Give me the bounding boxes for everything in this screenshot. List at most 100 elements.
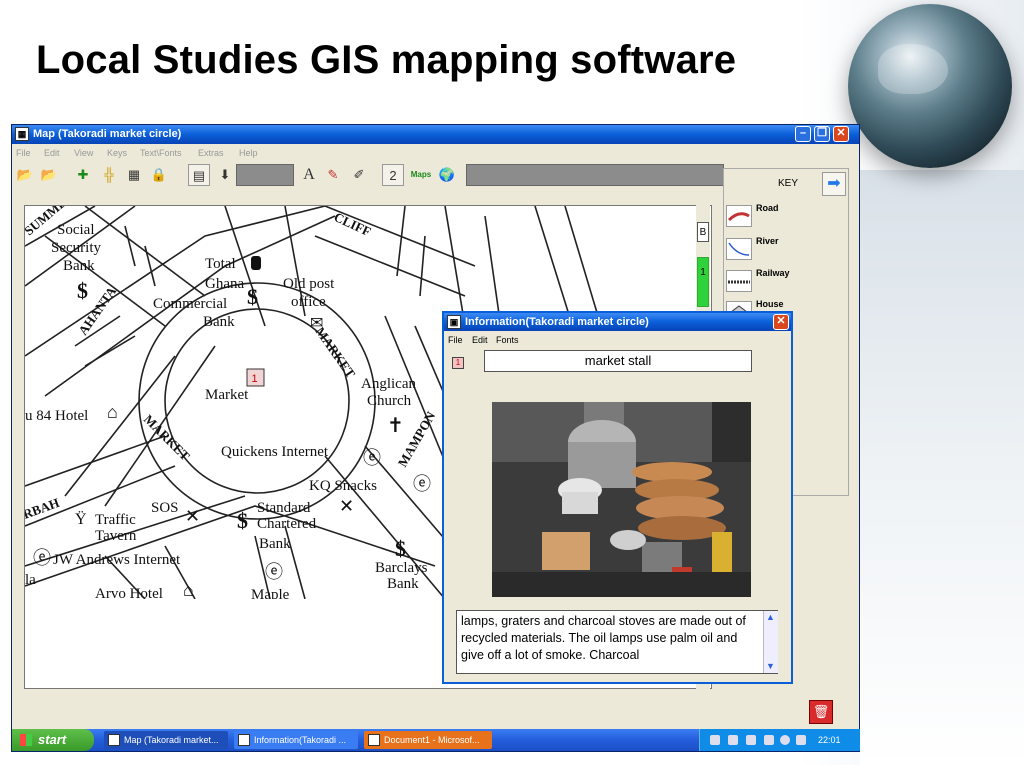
svg-text:⌂: ⌂ [107,402,118,422]
key-item-road[interactable]: Road [726,201,846,229]
eraser-icon[interactable]: ✐ [348,164,370,186]
info-window-titlebar[interactable]: ▣ Information(Takoradi market circle) ✕ [444,313,791,331]
svg-text:ⓔ: ⓔ [33,548,51,568]
description-scrollbar[interactable]: ▲ ▼ [763,611,778,673]
word-icon [368,734,380,746]
tray-volume-icon[interactable] [796,735,806,745]
svg-text:✕: ✕ [339,496,354,516]
close-button[interactable]: ✕ [833,126,849,142]
description-text[interactable]: lamps, graters and charcoal stoves are m… [456,610,778,674]
open-folder-icon[interactable]: 📂 [14,164,36,186]
svg-text:Maple: Maple [251,587,290,599]
info-menu-fonts[interactable]: Fonts [496,335,519,345]
info-menu-file[interactable]: File [448,335,463,345]
text-tool-button[interactable]: A [298,164,320,186]
app-icon: ▦ [15,127,29,141]
menu-view[interactable]: View [74,148,93,158]
key-item-railway[interactable]: Railway [726,266,846,294]
svg-text:KQ Snacks: KQ Snacks [309,478,377,494]
taskbar-item-map[interactable]: Map (Takoradi market... [104,731,228,749]
railway-icon [726,270,752,292]
svg-text:Tavern: Tavern [95,528,137,544]
info-menu-edit[interactable]: Edit [472,335,488,345]
menu-edit[interactable]: Edit [44,148,60,158]
key-label-road: Road [756,203,779,213]
tray-info-icon[interactable] [764,735,774,745]
svg-text:JW Andrews Internet: JW Andrews Internet [53,552,181,568]
svg-text:ⓔ: ⓔ [413,474,431,494]
menu-keys[interactable]: Keys [107,148,127,158]
taskbar-item-label: Document1 - Microsof... [384,735,480,745]
tray-network-icon[interactable] [728,735,738,745]
svg-text:⌂: ⌂ [183,580,194,599]
tray-tool-icon[interactable] [710,735,720,745]
road-icon [726,205,752,227]
grid-icon[interactable]: ▦ [123,164,145,186]
taskbar: start Map (Takoradi market... Informatio… [12,729,860,751]
tray-clock: 22:01 [818,735,841,745]
minimize-button[interactable]: – [795,126,811,142]
svg-text:Bank: Bank [203,314,235,330]
globe-icon[interactable]: 🌍 [436,164,458,186]
menu-text-fonts[interactable]: Text\Fonts [140,148,182,158]
map-window-titlebar[interactable]: ▦ Map (Takoradi market circle) – ❐ ✕ [12,125,859,144]
map-menu-bar: File Edit View Keys Text\Fonts Extras He… [12,146,859,160]
item-name-field[interactable]: market stall [484,350,752,372]
svg-text:u 84 Hotel: u 84 Hotel [25,408,88,424]
svg-text:Chartered: Chartered [257,516,317,532]
start-button[interactable]: start [12,729,94,751]
tray-back-icon[interactable] [780,735,790,745]
svg-text:$: $ [395,536,406,561]
svg-text:Arvo Hotel: Arvo Hotel [95,586,163,599]
svg-text:Commercial: Commercial [153,296,227,312]
info-menu-bar: File Edit Fonts [444,333,791,347]
map-app-icon [108,734,120,746]
open-folder-alt-icon[interactable]: 📂 [38,164,60,186]
trash-icon[interactable]: 🗑 [809,700,833,724]
crosshair-icon[interactable]: ╬ [98,164,120,186]
svg-text:Security: Security [51,240,101,256]
scroll-thumb[interactable]: 1 [697,257,709,307]
lock-icon[interactable]: 🔒 [148,164,170,186]
market-stall-photo [492,402,751,597]
svg-text:✕: ✕ [185,506,200,526]
compass-icon[interactable]: ✚ [72,164,94,186]
restore-button[interactable]: ❐ [814,126,830,142]
scroll-down-icon[interactable]: ▼ [766,661,775,671]
info-window-title: Information(Takoradi market circle) [465,316,649,328]
key-next-arrow-icon[interactable]: ➡ [822,172,846,196]
map-window-title: Map (Takoradi market circle) [33,128,182,140]
svg-text:Old post: Old post [283,276,335,292]
slide-title: Local Studies GIS mapping software [36,38,737,82]
palette-icon[interactable]: ✎ [322,164,344,186]
maps-button[interactable]: Maps [410,164,432,186]
building-icon[interactable]: ▤ [188,164,210,186]
pin-icon[interactable]: ⬇ [214,164,236,186]
info-close-button[interactable]: ✕ [773,314,789,330]
taskbar-item-information[interactable]: Information(Takoradi ... [234,731,358,749]
toolbar-gray-slot [236,164,294,186]
system-tray: 22:01 [699,729,860,751]
svg-text:la: la [25,572,36,588]
svg-text:Bank: Bank [387,576,419,592]
key-item-river[interactable]: River [726,234,846,262]
key-title: KEY [778,178,799,189]
menu-help[interactable]: Help [239,148,258,158]
scroll-up-icon[interactable]: ▲ [766,612,775,622]
tray-help-icon[interactable] [746,735,756,745]
svg-text:✝: ✝ [387,415,404,437]
map-marker-label[interactable]: 1 [252,373,258,385]
taskbar-item-label: Information(Takoradi ... [254,735,347,745]
svg-text:Barclays: Barclays [375,560,428,576]
page-number-button[interactable]: 2 [382,164,404,186]
river-icon [726,238,752,260]
info-marker-badge[interactable]: 1 [452,357,464,369]
svg-text:$: $ [77,278,88,303]
svg-text:Market: Market [205,387,249,403]
menu-file[interactable]: File [16,148,31,158]
scroll-marker-b[interactable]: B [697,222,709,242]
slide-side-gradient [860,170,1024,765]
taskbar-item-document[interactable]: Document1 - Microsof... [364,731,492,749]
svg-text:Bank: Bank [63,258,95,274]
menu-extras[interactable]: Extras [198,148,224,158]
